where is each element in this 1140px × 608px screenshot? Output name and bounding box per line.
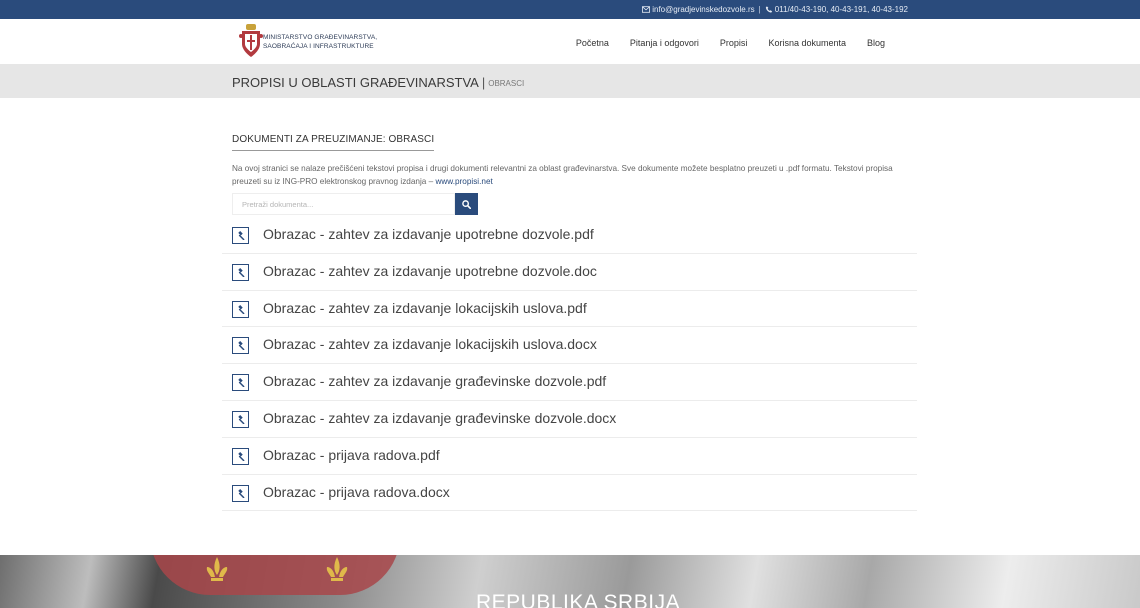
ministry-name-line1: MINISTARSTVO GRAĐEVINARSTVA, xyxy=(263,34,378,41)
document-link[interactable]: Obrazac - zahtev za izdavanje građevinsk… xyxy=(263,410,616,426)
fleur-de-lis-icon xyxy=(326,557,348,581)
nav-item-propisi[interactable]: Propisi xyxy=(720,38,748,48)
contact-phones: 011/40-43-190, 40-43-191, 40-43-192 xyxy=(774,5,908,14)
list-item[interactable]: Obrazac - zahtev za izdavanje građevinsk… xyxy=(222,364,917,401)
nav-item-pocetna[interactable]: Početna xyxy=(576,38,609,48)
page-title-bar: PROPISI U OBLASTI GRAĐEVINARSTVA | OBRASCI xyxy=(0,64,1140,98)
gavel-icon[interactable] xyxy=(232,410,249,428)
search-input[interactable] xyxy=(232,193,455,215)
gavel-icon[interactable] xyxy=(232,227,249,244)
document-link[interactable]: Obrazac - zahtev za izdavanje lokacijski… xyxy=(263,336,597,352)
list-item[interactable]: Obrazac - prijava radova.docx xyxy=(222,475,917,512)
gavel-icon[interactable] xyxy=(232,300,249,318)
search-icon xyxy=(462,199,471,209)
intro-text: Na ovoj stranici se nalaze prečišćeni te… xyxy=(232,162,912,188)
page-title-text: PROPISI U OBLASTI GRAĐEVINARSTVA xyxy=(232,75,479,90)
nav-item-korisna-dokumenta[interactable]: Korisna dokumenta xyxy=(768,38,846,48)
section-heading: DOKUMENTI ZA PREUZIMANJE: OBRASCI xyxy=(232,134,435,151)
document-search xyxy=(232,193,478,215)
page-title: PROPISI U OBLASTI GRAĐEVINARSTVA | OBRASCI xyxy=(232,75,524,90)
page-subtitle: OBRASCI xyxy=(488,79,525,88)
nav-item-pitanja-i-odgovori[interactable]: Pitanja i odgovori xyxy=(630,38,699,48)
gavel-icon[interactable] xyxy=(232,447,249,465)
gavel-icon[interactable] xyxy=(232,374,249,392)
site-header: MINISTARSTVO GRAĐEVINARSTVA, SAOBRAĆAJA … xyxy=(0,19,1140,64)
main-navigation: Početna Pitanja i odgovori Propisi Koris… xyxy=(555,38,885,48)
coat-of-arms-logo[interactable] xyxy=(239,24,263,58)
intro-paragraph: Na ovoj stranici se nalaze prečišćeni te… xyxy=(232,164,893,186)
list-item[interactable]: Obrazac - zahtev za izdavanje upotrebne … xyxy=(222,254,917,291)
propisi-link[interactable]: www.propisi.net xyxy=(435,177,492,186)
fleur-de-lis-icon xyxy=(206,557,228,581)
contact-separator: | xyxy=(758,5,761,14)
flag-red-stripe xyxy=(150,555,400,595)
document-link[interactable]: Obrazac - prijava radova.docx xyxy=(263,484,450,500)
document-link[interactable]: Obrazac - zahtev za izdavanje upotrebne … xyxy=(263,263,597,279)
search-button[interactable] xyxy=(455,193,478,215)
top-contact-bar: info@gradjevinskedozvole.rs | 011/40-43-… xyxy=(0,0,1140,19)
list-item[interactable]: Obrazac - zahtev za izdavanje lokacijski… xyxy=(222,291,917,328)
gavel-icon[interactable] xyxy=(232,337,249,355)
footer-flag-banner: REPUBLIKA SRBIJA xyxy=(0,555,1140,608)
title-separator: | xyxy=(481,75,486,90)
document-link[interactable]: Obrazac - prijava radova.pdf xyxy=(263,447,440,463)
list-item[interactable]: Obrazac - zahtev za izdavanje lokacijski… xyxy=(222,327,917,365)
envelope-icon xyxy=(642,6,651,13)
country-name: REPUBLIKA SRBIJA xyxy=(476,591,681,608)
document-link[interactable]: Obrazac - zahtev za izdavanje upotrebne … xyxy=(263,226,594,242)
ministry-name-line2: SAOBRAĆAJA I INFRASTRUKTURE xyxy=(263,43,374,50)
contact-info: info@gradjevinskedozvole.rs | 011/40-43-… xyxy=(642,5,908,14)
document-link[interactable]: Obrazac - zahtev za izdavanje lokacijski… xyxy=(263,300,587,316)
list-item[interactable]: Obrazac - zahtev za izdavanje upotrebne … xyxy=(222,217,917,254)
ministry-name: MINISTARSTVO GRAĐEVINARSTVA, SAOBRAĆAJA … xyxy=(263,33,377,51)
document-list: Obrazac - zahtev za izdavanje upotrebne … xyxy=(222,217,917,512)
list-item[interactable]: Obrazac - zahtev za izdavanje građevinsk… xyxy=(222,401,917,438)
gavel-icon[interactable] xyxy=(232,484,249,502)
gavel-icon[interactable] xyxy=(232,263,249,281)
contact-email-link[interactable]: info@gradjevinskedozvole.rs xyxy=(652,5,754,14)
phone-icon xyxy=(765,6,772,13)
document-link[interactable]: Obrazac - zahtev za izdavanje građevinsk… xyxy=(263,373,606,389)
nav-item-blog[interactable]: Blog xyxy=(867,38,885,48)
list-item[interactable]: Obrazac - prijava radova.pdf xyxy=(222,438,917,475)
